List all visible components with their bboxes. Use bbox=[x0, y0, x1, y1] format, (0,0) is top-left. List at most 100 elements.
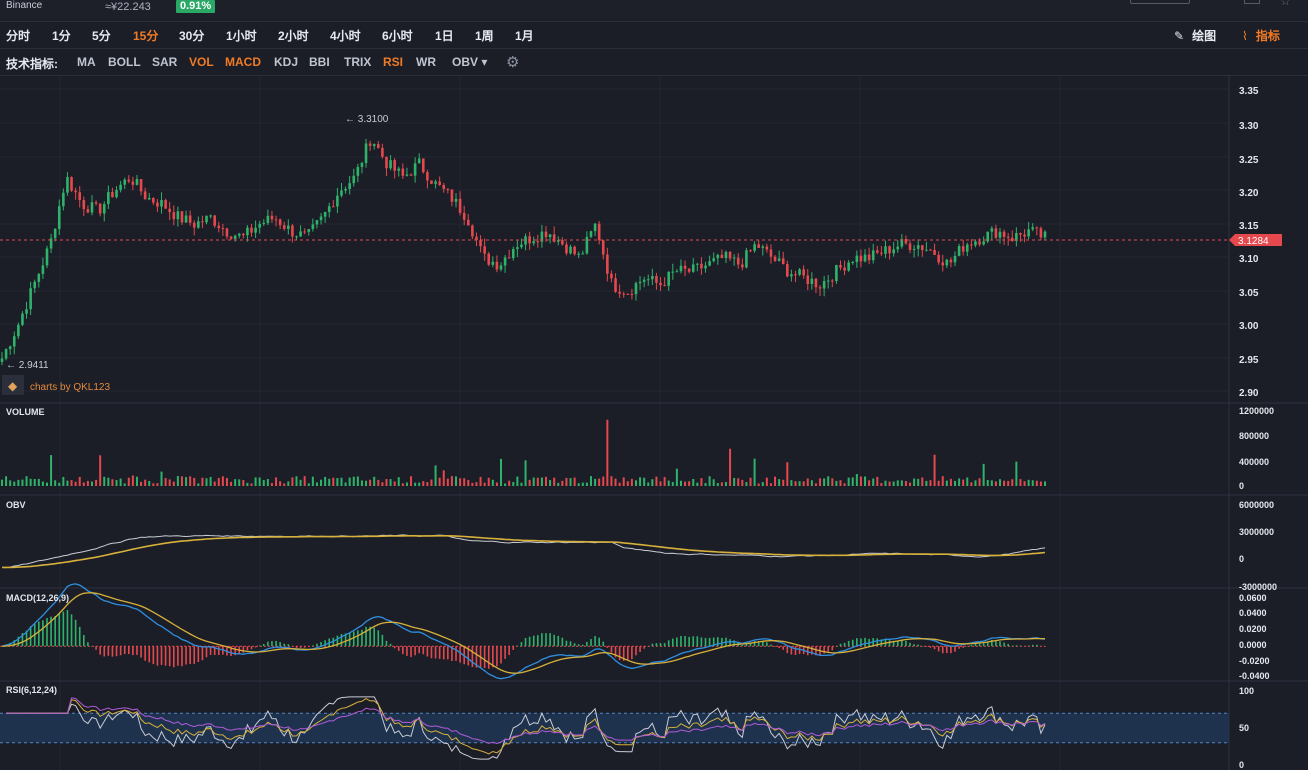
tf-6h[interactable]: 6小时 bbox=[382, 27, 413, 44]
ind-wr[interactable]: WR bbox=[416, 55, 436, 69]
candle-body bbox=[675, 271, 679, 273]
candle-body bbox=[41, 265, 45, 274]
candle-body bbox=[646, 279, 650, 281]
volume-bar bbox=[679, 480, 682, 486]
volume-bar bbox=[639, 477, 642, 486]
obv-ma-line bbox=[2, 535, 1046, 569]
tf-15m[interactable]: 15分 bbox=[133, 27, 158, 44]
macd-histogram-bar bbox=[508, 646, 510, 656]
macd-histogram-bar bbox=[1031, 644, 1034, 647]
volume-bar bbox=[385, 479, 388, 486]
tf-intraday[interactable]: 分时 bbox=[6, 27, 30, 44]
screen-icon[interactable] bbox=[1244, 0, 1260, 4]
volume-bar bbox=[344, 482, 347, 486]
macd-histogram-bar bbox=[504, 646, 506, 659]
macd-histogram-bar bbox=[921, 646, 924, 647]
ind-obv[interactable]: OBV ▾ bbox=[452, 55, 487, 69]
tf-4h[interactable]: 4小时 bbox=[330, 27, 361, 44]
volume-bar bbox=[279, 481, 282, 486]
candle-body bbox=[131, 181, 135, 185]
candle-body bbox=[466, 219, 470, 226]
candle-body bbox=[536, 241, 540, 243]
candle-body bbox=[405, 174, 409, 176]
indicator-button[interactable]: ⌇ 指标 bbox=[1242, 27, 1280, 44]
tf-5m[interactable]: 5分 bbox=[92, 27, 111, 44]
candle-body bbox=[458, 198, 462, 213]
candle-body bbox=[381, 147, 384, 157]
volume-bar bbox=[434, 465, 437, 486]
volume-bar bbox=[479, 476, 482, 486]
volume-bar bbox=[115, 480, 118, 486]
volume-bar bbox=[340, 477, 343, 486]
macd-histogram-bar bbox=[291, 646, 294, 647]
price-cny: ≈¥22.243 bbox=[105, 1, 151, 13]
macd-histogram-bar bbox=[111, 646, 114, 657]
ind-kdj[interactable]: KDJ bbox=[274, 55, 298, 69]
candle-body bbox=[765, 246, 769, 250]
draw-button[interactable]: ✎ 绘图 bbox=[1174, 27, 1216, 44]
volume-bar bbox=[1031, 480, 1034, 486]
volume-bar bbox=[299, 479, 302, 486]
tf-1h[interactable]: 1小时 bbox=[226, 27, 257, 44]
volume-bar bbox=[397, 477, 400, 486]
tf-1d[interactable]: 1日 bbox=[435, 27, 454, 44]
ind-sar[interactable]: SAR bbox=[152, 55, 177, 69]
volume-bar bbox=[520, 482, 523, 486]
candle-body bbox=[450, 189, 454, 202]
macd-histogram-bar bbox=[663, 643, 666, 647]
watermark: charts by QKL123 bbox=[30, 382, 110, 393]
volume-bar bbox=[127, 477, 130, 486]
tf-1mo[interactable]: 1月 bbox=[515, 27, 534, 44]
macd-histogram-bar bbox=[905, 640, 907, 647]
macd-histogram-bar bbox=[144, 646, 146, 661]
macd-histogram-bar bbox=[201, 646, 204, 661]
settings-gear-icon[interactable]: ⚙ bbox=[506, 53, 519, 71]
volume-bar bbox=[516, 476, 519, 486]
macd-histogram-bar bbox=[148, 646, 151, 663]
volume-bar bbox=[495, 482, 498, 486]
macd-tick: -0.0400 bbox=[1239, 671, 1270, 681]
volume-bar bbox=[99, 455, 102, 486]
ind-rsi[interactable]: RSI bbox=[383, 55, 403, 69]
volume-bar bbox=[168, 479, 171, 486]
volume-bar bbox=[986, 479, 989, 486]
volume-bar bbox=[225, 477, 228, 486]
ind-vol[interactable]: VOL bbox=[189, 55, 214, 69]
volume-bar bbox=[320, 479, 323, 486]
volume-title: VOLUME bbox=[6, 407, 45, 417]
candle-body bbox=[790, 274, 793, 277]
tf-30m[interactable]: 30分 bbox=[179, 27, 204, 44]
volume-bar bbox=[761, 482, 764, 486]
macd-histogram-bar bbox=[688, 636, 690, 647]
star-icon[interactable]: ☆ bbox=[1280, 0, 1291, 8]
volume-bar bbox=[62, 476, 65, 486]
window-button[interactable] bbox=[1130, 0, 1190, 4]
macd-histogram-bar bbox=[676, 637, 678, 647]
macd-histogram-bar bbox=[528, 636, 531, 647]
ind-macd[interactable]: MACD bbox=[225, 55, 261, 69]
ind-bbi[interactable]: BBI bbox=[309, 55, 330, 69]
tf-2h[interactable]: 2小时 bbox=[278, 27, 309, 44]
trading-chart[interactable]: 3.35 3.30 3.25 3.20 3.15 3.10 3.05 3.00 … bbox=[0, 75, 1308, 770]
ind-boll[interactable]: BOLL bbox=[108, 55, 141, 69]
macd-histogram-bar bbox=[377, 630, 380, 647]
volume-bar bbox=[356, 476, 359, 486]
tf-1w[interactable]: 1周 bbox=[475, 27, 494, 44]
price-tick: 3.25 bbox=[1239, 155, 1259, 166]
candle-body bbox=[258, 223, 261, 228]
volume-bar bbox=[401, 483, 404, 486]
volume-bar bbox=[418, 482, 421, 486]
candle-body bbox=[0, 358, 4, 362]
macd-histogram-bar bbox=[312, 645, 314, 647]
candle-body bbox=[949, 259, 953, 263]
candle-body bbox=[708, 261, 711, 266]
candle-body bbox=[389, 160, 392, 169]
ind-ma[interactable]: MA bbox=[77, 55, 96, 69]
tf-1m[interactable]: 1分 bbox=[52, 27, 71, 44]
candle-body bbox=[127, 179, 131, 182]
ind-trix[interactable]: TRIX bbox=[344, 55, 371, 69]
macd-histogram-bar bbox=[397, 646, 400, 651]
volume-bar bbox=[540, 477, 543, 486]
macd-histogram-bar bbox=[786, 646, 789, 654]
macd-histogram-bar bbox=[365, 626, 367, 647]
